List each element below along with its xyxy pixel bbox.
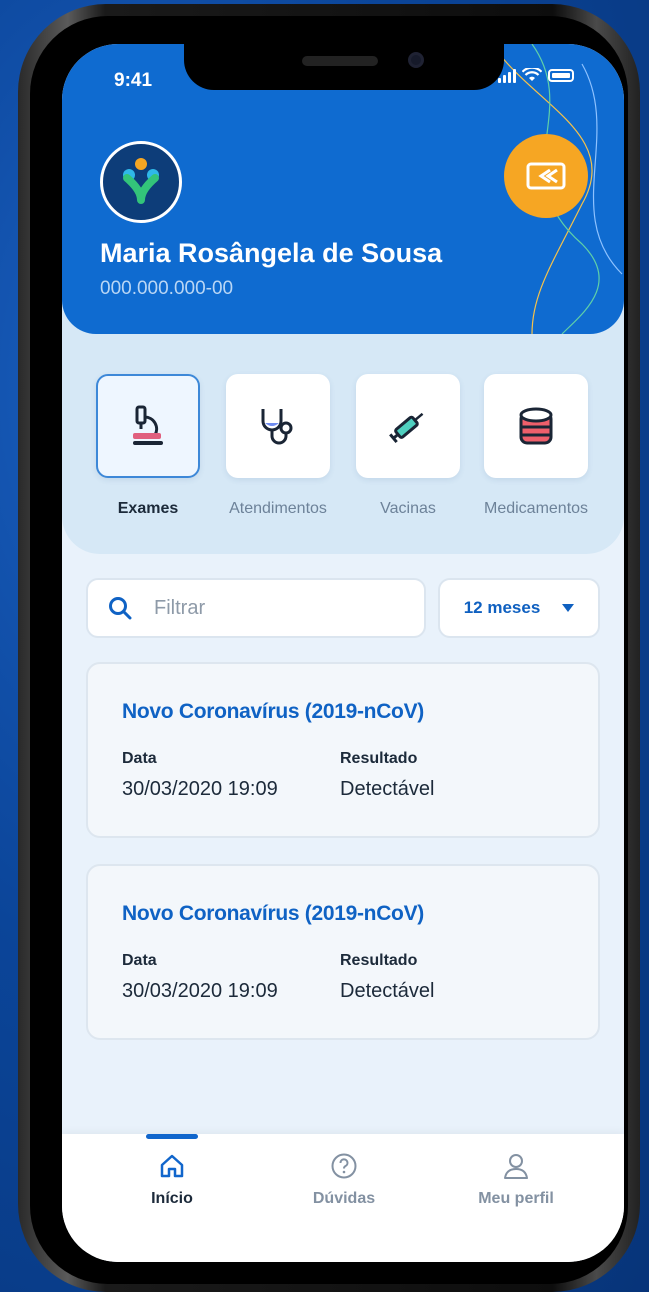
result-card[interactable]: Novo Coronavírus (2019-nCoV) Data 30/03/… — [86, 662, 600, 838]
card-icon — [526, 162, 566, 190]
result-column: Resultado Detectável — [340, 952, 435, 1003]
notch — [184, 44, 504, 90]
user-icon — [504, 1154, 528, 1179]
date-label: Data — [122, 750, 157, 767]
wifi-icon — [522, 68, 542, 81]
search-input[interactable] — [154, 596, 404, 620]
date-label: Data — [122, 952, 157, 969]
active-tab-indicator — [146, 1134, 198, 1139]
result-label: Resultado — [340, 952, 418, 969]
front-camera — [408, 52, 424, 68]
status-time: 9:41 — [114, 70, 153, 91]
period-select[interactable]: 12 meses — [438, 578, 600, 638]
tab-medicamentos[interactable]: Medicamentos — [484, 374, 588, 518]
tab-label: Exames — [117, 500, 179, 517]
pill-bottle-icon — [519, 407, 553, 445]
category-tabs: Exames Atendimentos Vacinas Medicamentos — [62, 374, 624, 534]
battery-icon — [548, 69, 574, 82]
exam-title: Novo Coronavírus (2019-nCoV) — [122, 700, 424, 723]
speaker-grille — [302, 56, 378, 66]
nav-label: Início — [151, 1190, 193, 1207]
date-column: Data 30/03/2020 19:09 — [122, 952, 278, 1003]
help-circle-icon — [331, 1153, 357, 1179]
user-name: Maria Rosângela de Sousa — [100, 238, 443, 268]
status-icons — [498, 68, 574, 83]
result-value: Detectável — [340, 778, 435, 800]
stethoscope-icon — [261, 409, 293, 445]
tab-icon-box — [96, 374, 200, 478]
tab-label: Vacinas — [380, 500, 436, 517]
result-column: Resultado Detectável — [340, 750, 435, 801]
nav-label: Dúvidas — [312, 1190, 376, 1207]
app-screen: 9:41 Maria Rosângela de Sousa 000.000.00… — [62, 44, 624, 1262]
tab-vacinas[interactable]: Vacinas — [356, 374, 460, 518]
nav-label: Meu perfil — [478, 1190, 554, 1207]
tab-atendimentos[interactable]: Atendimentos — [226, 374, 330, 518]
tab-label: Atendimentos — [229, 500, 327, 517]
health-card-button[interactable] — [504, 134, 588, 218]
tab-icon-box — [356, 374, 460, 478]
date-value: 30/03/2020 19:09 — [122, 778, 278, 800]
result-card[interactable]: Novo Coronavírus (2019-nCoV) Data 30/03/… — [86, 864, 600, 1040]
app-logo — [100, 141, 182, 223]
exam-title: Novo Coronavírus (2019-nCoV) — [122, 902, 424, 925]
syringe-icon — [389, 412, 424, 444]
date-value: 30/03/2020 19:09 — [122, 980, 278, 1002]
tab-icon-box — [226, 374, 330, 478]
search-box[interactable] — [86, 578, 426, 638]
nav-duvidas[interactable]: Dúvidas — [274, 1152, 414, 1208]
user-cpf: 000.000.000-00 — [100, 278, 234, 299]
result-value: Detectável — [340, 980, 435, 1002]
result-label: Resultado — [340, 750, 418, 767]
tab-exames[interactable]: Exames — [96, 374, 200, 518]
search-icon — [109, 597, 132, 620]
nav-meu-perfil[interactable]: Meu perfil — [446, 1152, 586, 1208]
home-icon — [160, 1154, 184, 1178]
period-value: 12 meses — [463, 598, 541, 617]
tab-label: Medicamentos — [483, 500, 589, 517]
tab-icon-box — [484, 374, 588, 478]
date-column: Data 30/03/2020 19:09 — [122, 750, 278, 801]
microscope-icon — [133, 405, 163, 445]
bottom-nav: Início Dúvidas Meu perfil — [62, 1134, 624, 1262]
nav-inicio[interactable]: Início — [102, 1152, 242, 1208]
chevron-down-icon — [562, 604, 575, 612]
